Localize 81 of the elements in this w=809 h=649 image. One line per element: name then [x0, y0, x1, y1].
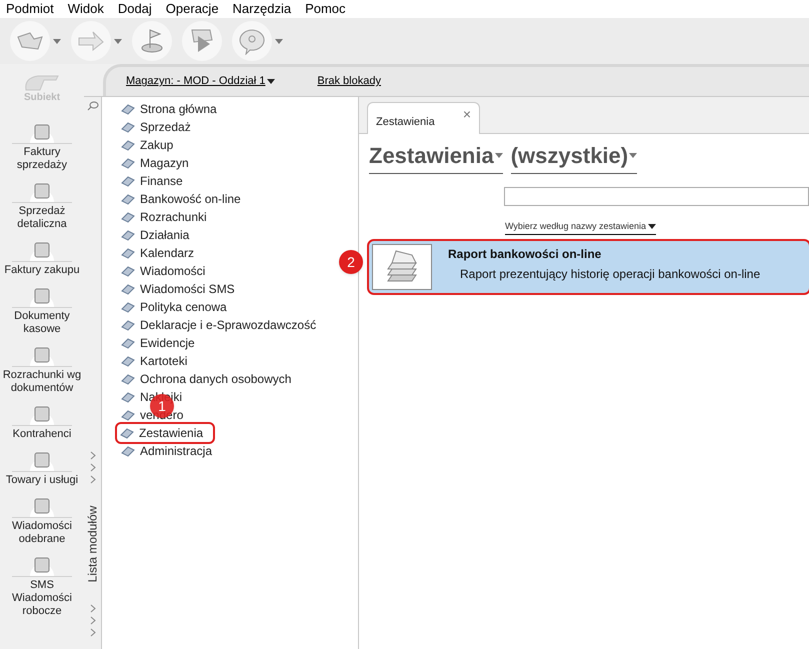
flag-icon: [141, 29, 163, 53]
shortcut-label[interactable]: Wiadomości odebrane: [0, 518, 84, 546]
module-item[interactable]: Ochrona danych osobowych: [118, 370, 302, 388]
report-item[interactable]: Raport bankowości on-line Raport prezentujący historię operacji bankowości on-line: [369, 241, 809, 293]
module-icon: [120, 427, 134, 439]
module-item[interactable]: Polityka cenowa: [118, 298, 237, 316]
category-dropdown[interactable]: Zestawienia: [369, 139, 503, 174]
module-icon: [121, 247, 135, 259]
menu-item[interactable]: Operacje: [166, 0, 219, 19]
module-icon: [121, 373, 135, 385]
caret-icon[interactable]: [114, 38, 122, 44]
sort-link[interactable]: Wybierz według nazwy zestawienia: [505, 220, 656, 234]
panel-title: Lista modułów: [84, 506, 100, 582]
module-item[interactable]: Wiadomości: [118, 262, 216, 280]
toolbar-button[interactable]: [10, 21, 50, 61]
module-item[interactable]: Administracja: [118, 442, 222, 460]
shortcut-label[interactable]: Faktury zakupu: [3, 262, 81, 277]
module-item[interactable]: Zestawienia: [117, 424, 214, 442]
toolbar-button[interactable]: [71, 21, 111, 61]
menu-item[interactable]: Widok: [68, 0, 104, 19]
menu-item[interactable]: Narzędzia: [232, 0, 292, 19]
caret-icon: [267, 79, 276, 84]
module-item[interactable]: Finanse: [118, 172, 193, 190]
toolbar-button[interactable]: [232, 21, 272, 61]
module-icon: [121, 355, 135, 367]
filter-dropdown[interactable]: (wszystkie): [510, 139, 638, 174]
module-icon: [121, 265, 135, 277]
report-title: Raport bankowości on-line: [448, 246, 602, 263]
module-icon: [121, 193, 135, 205]
module-item[interactable]: Działania: [118, 226, 200, 244]
caret-icon: [494, 153, 503, 158]
module-icon: [121, 157, 135, 169]
module-icon: [121, 283, 135, 295]
module-icon: [121, 121, 135, 133]
menu-item[interactable]: Podmiot: [6, 0, 54, 19]
shortcut-label[interactable]: SMS Wiadomości robocze: [0, 577, 84, 618]
toolbar-button[interactable]: [132, 21, 172, 61]
shortcut-label[interactable]: Kontrahenci: [12, 426, 72, 441]
module-item[interactable]: Wiadomości SMS: [118, 280, 245, 298]
module-icon: [121, 175, 135, 187]
module-icon: [121, 139, 135, 151]
module-icon: [121, 319, 135, 331]
shortcut-label[interactable]: Dokumenty kasowe: [0, 308, 84, 336]
shortcut-label[interactable]: Faktury sprzedaży: [0, 144, 84, 172]
caret-icon: [648, 224, 656, 230]
report-thumbnail: [372, 244, 432, 290]
module-item[interactable]: Kalendarz: [118, 244, 204, 262]
module-icon: [121, 211, 135, 223]
module-item[interactable]: Ewidencje: [118, 334, 205, 352]
tab[interactable]: Zestawienia ×: [367, 102, 480, 134]
module-icon: [121, 445, 135, 457]
module-item[interactable]: Zakup: [118, 136, 184, 154]
play-icon: [191, 29, 213, 53]
lock-status-link[interactable]: Brak blokady: [317, 73, 381, 90]
menu-item[interactable]: Dodaj: [118, 0, 152, 19]
report-description: Raport prezentujący historię operacji bankowości on-line: [459, 266, 760, 283]
module-item[interactable]: Deklaracje i e-Sprawozdawczość: [118, 316, 326, 334]
module-icon: [121, 229, 135, 241]
caret-icon: [629, 153, 638, 158]
module-icon: [121, 301, 135, 313]
module-icon: [121, 337, 135, 349]
module-item[interactable]: Strona główna: [118, 100, 227, 118]
module-item[interactable]: Magazyn: [118, 154, 199, 172]
module-icon: [121, 391, 135, 403]
module-item[interactable]: Sprzedaż: [118, 118, 201, 136]
module-item[interactable]: Bankowość on-line: [118, 190, 251, 208]
shortcut-label[interactable]: Towary i usługi: [4, 472, 80, 487]
module-item[interactable]: Rozrachunki: [118, 208, 217, 226]
module-icon: [121, 409, 135, 421]
caret-icon[interactable]: [275, 38, 283, 44]
module-icon: [121, 103, 135, 115]
menu-item[interactable]: Pomoc: [305, 0, 346, 19]
shortcut-label[interactable]: Sprzedaż detaliczna: [0, 203, 84, 231]
shortcut-label[interactable]: Rozrachunki wg dokumentów: [0, 367, 84, 395]
speech-bubble-icon: [239, 27, 265, 55]
close-button[interactable]: ×: [462, 103, 471, 125]
toolbar-button[interactable]: [182, 21, 222, 61]
search-field[interactable]: [504, 186, 809, 206]
warehouse-link[interactable]: Magazyn: - MOD - Oddział 1: [126, 73, 276, 90]
caret-icon[interactable]: [53, 38, 61, 44]
module-item[interactable]: Kartoteki: [118, 352, 198, 370]
